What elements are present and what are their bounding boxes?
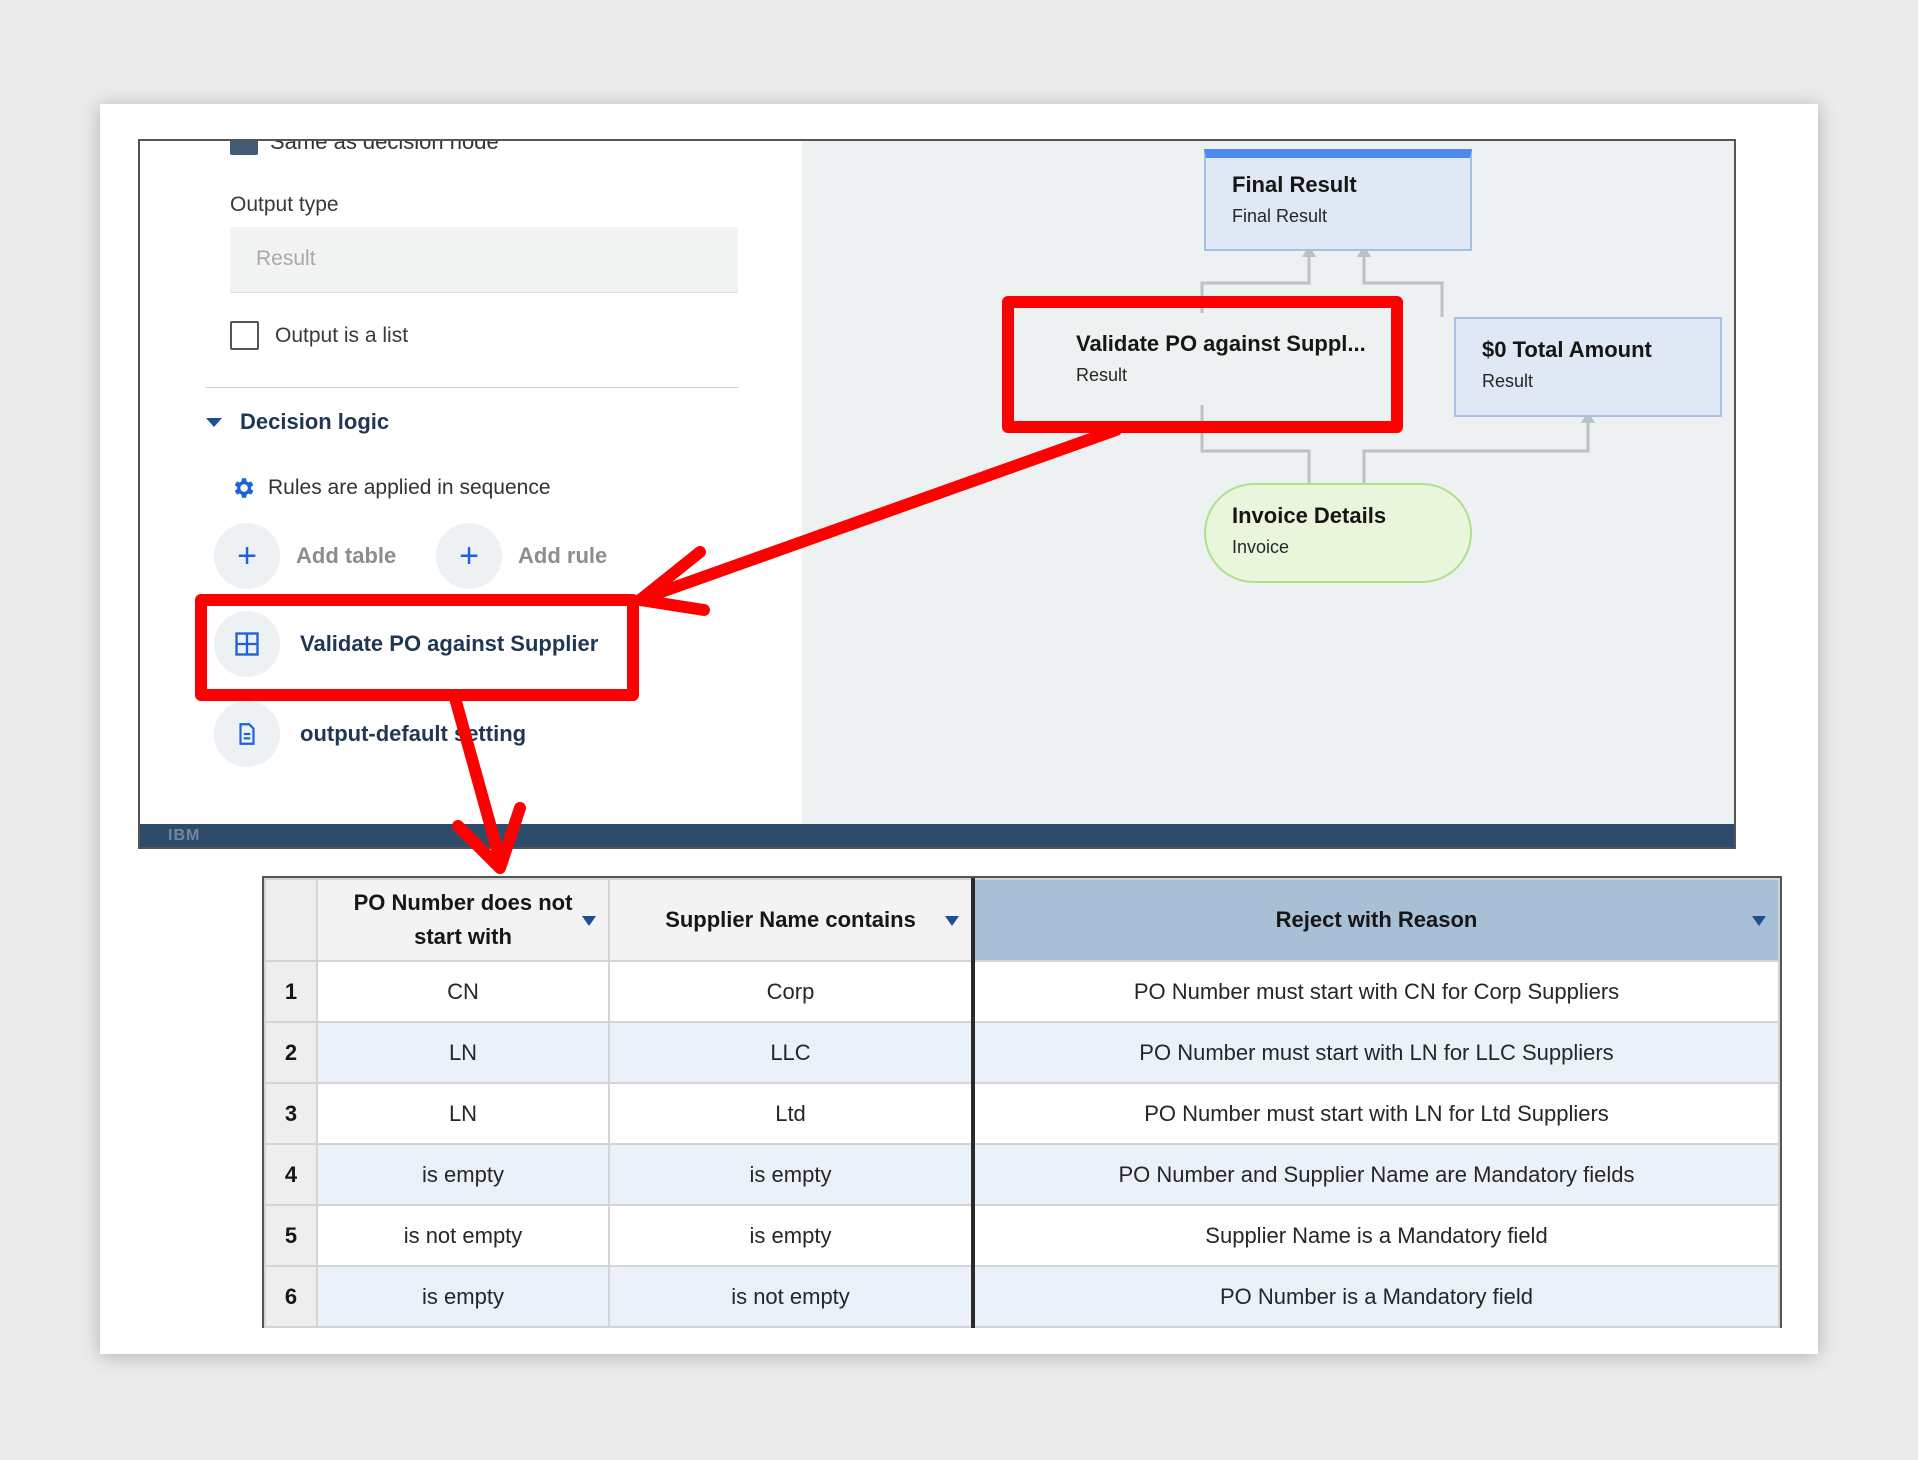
node-subtitle: Result bbox=[1076, 365, 1128, 385]
caret-down-icon[interactable] bbox=[582, 916, 596, 926]
final-result-node[interactable]: Final Result Final Result bbox=[1204, 149, 1472, 251]
rule-label: output-default setting bbox=[300, 721, 527, 746]
table-row[interactable]: 3 LN Ltd PO Number must start with LN for L… bbox=[264, 1082, 1780, 1145]
node-title: Validate PO against Suppl... bbox=[1076, 331, 1366, 356]
supplier-condition-cell[interactable]: is empty bbox=[608, 1143, 974, 1206]
column-header-label: PO Number does not start with bbox=[353, 890, 573, 949]
row-number-cell[interactable]: 6 bbox=[264, 1265, 318, 1328]
po-condition-cell[interactable]: is empty bbox=[316, 1143, 610, 1206]
total-amount-node[interactable]: $0 Total Amount Result bbox=[1454, 317, 1722, 417]
same-as-node-row[interactable]: Same as decision node bbox=[230, 139, 499, 155]
node-title: Final Result bbox=[1232, 172, 1357, 197]
po-condition-cell[interactable]: LN bbox=[316, 1082, 610, 1145]
validate-po-node[interactable]: Validate PO against Suppl... Result bbox=[1050, 313, 1428, 405]
table-icon bbox=[214, 611, 280, 677]
output-is-list-row[interactable]: Output is a list bbox=[230, 321, 408, 350]
column-header-po[interactable]: PO Number does not start with bbox=[316, 878, 610, 962]
row-number-cell[interactable]: 2 bbox=[264, 1021, 318, 1084]
same-as-node-label: Same as decision node bbox=[270, 139, 499, 154]
rule-item-output-default[interactable]: output-default setting bbox=[214, 701, 526, 767]
decision-logic-title: Decision logic bbox=[240, 409, 390, 434]
node-title: $0 Total Amount bbox=[1482, 337, 1652, 362]
node-subtitle: Final Result bbox=[1232, 206, 1328, 226]
checked-checkbox[interactable] bbox=[230, 141, 258, 155]
divider bbox=[206, 387, 738, 388]
output-type-field[interactable]: Result bbox=[230, 227, 738, 293]
table-row[interactable]: 2 LN LLC PO Number must start with LN for L… bbox=[264, 1021, 1780, 1084]
plus-icon[interactable]: + bbox=[214, 523, 280, 589]
sequence-setting[interactable]: Rules are applied in sequence bbox=[230, 475, 551, 501]
supplier-condition-cell[interactable]: LLC bbox=[608, 1021, 974, 1084]
sequence-text: Rules are applied in sequence bbox=[268, 476, 551, 499]
caret-down-icon[interactable] bbox=[1752, 916, 1766, 926]
table-row[interactable]: 5 is not empty is empty Supplier Name is a … bbox=[264, 1204, 1780, 1267]
column-header-label: Reject with Reason bbox=[1275, 907, 1478, 932]
chevron-down-icon[interactable] bbox=[206, 417, 222, 427]
decision-table: PO Number does not start with Supplier N… bbox=[262, 876, 1782, 1328]
node-subtitle: Result bbox=[1482, 371, 1534, 391]
index-header bbox=[264, 878, 318, 962]
table-header-row: PO Number does not start with Supplier N… bbox=[264, 878, 1780, 962]
add-table-label: Add table bbox=[296, 543, 397, 568]
reason-cell[interactable]: PO Number must start with LN for LLC Sup… bbox=[971, 1021, 1780, 1084]
reason-cell[interactable]: PO Number is a Mandatory field bbox=[971, 1265, 1780, 1328]
output-type-label: Output type bbox=[230, 193, 339, 216]
add-rule-label: Add rule bbox=[518, 543, 608, 568]
reason-cell[interactable]: PO Number must start with CN for Corp Su… bbox=[971, 960, 1780, 1023]
add-rule-button[interactable]: + Add rule bbox=[436, 523, 607, 589]
rule-label: Validate PO against Supplier bbox=[300, 631, 599, 656]
table-row[interactable]: 4 is empty is empty PO Number and Supplier … bbox=[264, 1143, 1780, 1206]
gear-icon[interactable] bbox=[230, 475, 256, 501]
supplier-condition-cell[interactable]: Corp bbox=[608, 960, 974, 1023]
decision-graph-canvas: Final Result Final Result Validate PO ag… bbox=[802, 141, 1734, 824]
add-table-button[interactable]: + Add table bbox=[214, 523, 396, 589]
row-number-cell[interactable]: 1 bbox=[264, 960, 318, 1023]
column-header-label: Supplier Name contains bbox=[665, 907, 916, 932]
output-is-list-label: Output is a list bbox=[275, 323, 409, 347]
app-footer: IBM bbox=[140, 824, 1734, 847]
supplier-condition-cell[interactable]: is not empty bbox=[608, 1265, 974, 1328]
decision-logic-header[interactable]: Decision logic bbox=[206, 409, 389, 435]
table-row[interactable]: 6 is empty is not empty PO Number is a Mand… bbox=[264, 1265, 1780, 1328]
invoice-details-node[interactable]: Invoice Details Invoice bbox=[1204, 483, 1472, 583]
rule-item-validate-po[interactable]: Validate PO against Supplier bbox=[214, 611, 598, 677]
node-title: Invoice Details bbox=[1232, 503, 1387, 528]
node-subtitle: Invoice bbox=[1232, 537, 1290, 557]
reason-cell[interactable]: Supplier Name is a Mandatory field bbox=[971, 1204, 1780, 1267]
document-icon bbox=[214, 701, 280, 767]
po-condition-cell[interactable]: is not empty bbox=[316, 1204, 610, 1267]
supplier-condition-cell[interactable]: Ltd bbox=[608, 1082, 974, 1145]
decision-editor-window: Same as decision node Output type Result… bbox=[138, 139, 1736, 849]
column-header-reason[interactable]: Reject with Reason bbox=[971, 878, 1780, 962]
reason-cell[interactable]: PO Number and Supplier Name are Mandator… bbox=[971, 1143, 1780, 1206]
po-condition-cell[interactable]: is empty bbox=[316, 1265, 610, 1328]
row-number-cell[interactable]: 5 bbox=[264, 1204, 318, 1267]
supplier-condition-cell[interactable]: is empty bbox=[608, 1204, 974, 1267]
output-is-list-checkbox[interactable] bbox=[230, 321, 259, 350]
po-condition-cell[interactable]: CN bbox=[316, 960, 610, 1023]
ibm-logo: IBM bbox=[168, 827, 201, 844]
plus-icon[interactable]: + bbox=[436, 523, 502, 589]
row-number-cell[interactable]: 4 bbox=[264, 1143, 318, 1206]
caret-down-icon[interactable] bbox=[945, 916, 959, 926]
row-number-cell[interactable]: 3 bbox=[264, 1082, 318, 1145]
po-condition-cell[interactable]: LN bbox=[316, 1021, 610, 1084]
table-row[interactable]: 1 CN Corp PO Number must start with CN for … bbox=[264, 960, 1780, 1023]
properties-panel: Same as decision node Output type Result… bbox=[140, 141, 802, 824]
column-header-supplier[interactable]: Supplier Name contains bbox=[608, 878, 974, 962]
reason-cell[interactable]: PO Number must start with LN for Ltd Sup… bbox=[971, 1082, 1780, 1145]
